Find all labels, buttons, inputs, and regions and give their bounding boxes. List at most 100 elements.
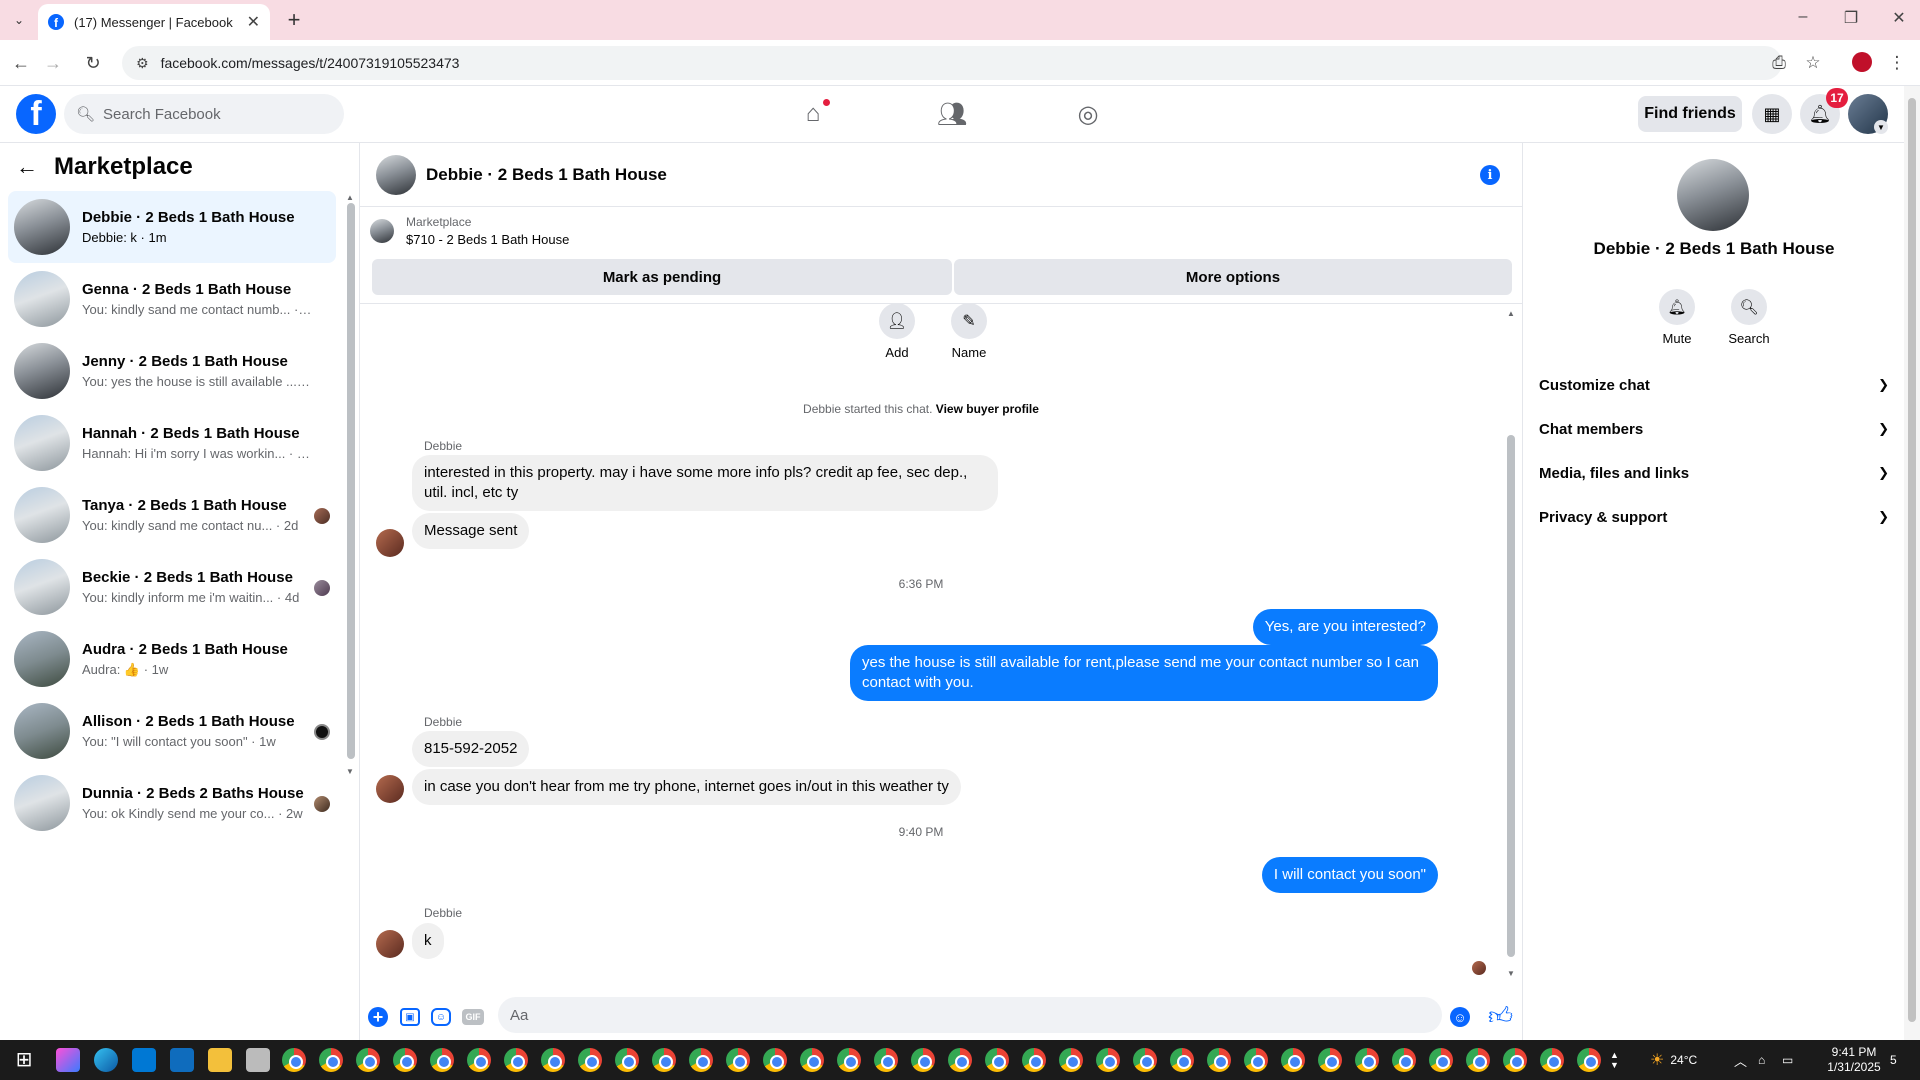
scroll-up-icon[interactable]: ▲	[1507, 309, 1515, 318]
conversation-item-beckie[interactable]: Beckie · 2 Beds 1 Bath House You: kindly…	[8, 551, 336, 623]
new-tab-button[interactable]: +	[282, 7, 306, 33]
chrome-icon[interactable]	[1392, 1048, 1416, 1072]
bookmark-star-icon[interactable]: ☆	[1800, 50, 1826, 76]
groups-icon[interactable]: ◎	[1068, 94, 1108, 134]
tab-search-dropdown[interactable]: ⌄	[8, 9, 30, 31]
customize-chat-section[interactable]: Customize chat ❯	[1539, 367, 1889, 403]
chrome-icon[interactable]	[726, 1048, 750, 1072]
chrome-icon[interactable]	[1466, 1048, 1490, 1072]
message-input[interactable]	[498, 997, 1442, 1033]
search-in-chat-button[interactable]: 🔍︎ Search	[1719, 289, 1779, 346]
browser-profile-avatar[interactable]	[1852, 52, 1872, 72]
view-buyer-profile-link[interactable]: View buyer profile	[936, 402, 1039, 416]
weather-widget[interactable]: ☀ 24°C	[1650, 1040, 1697, 1080]
chrome-icon[interactable]	[356, 1048, 380, 1072]
chrome-icon[interactable]	[430, 1048, 454, 1072]
chrome-icon[interactable]	[689, 1048, 713, 1072]
chrome-icon[interactable]	[467, 1048, 491, 1072]
chrome-icon[interactable]	[800, 1048, 824, 1072]
display-icon[interactable]: ▭	[1782, 1040, 1793, 1080]
browser-menu-icon[interactable]: ⋮	[1884, 50, 1910, 76]
message-bubble-in[interactable]: in case you don't hear from me try phone…	[412, 769, 961, 805]
store-icon[interactable]	[132, 1048, 156, 1072]
account-chevron-down-icon[interactable]: ▼	[1874, 120, 1888, 134]
windows-start-icon[interactable]: ⊞	[12, 1048, 36, 1072]
sender-avatar[interactable]	[376, 529, 404, 557]
chrome-icon[interactable]	[1540, 1048, 1564, 1072]
mark-as-pending-button[interactable]: Mark as pending	[372, 259, 952, 295]
media-files-links-section[interactable]: Media, files and links ❯	[1539, 455, 1889, 491]
chrome-icon[interactable]	[319, 1048, 343, 1072]
chrome-icon[interactable]	[393, 1048, 417, 1072]
chrome-icon[interactable]	[1207, 1048, 1231, 1072]
scroll-down-icon[interactable]: ▼	[346, 767, 354, 776]
more-options-button[interactable]: More options	[954, 259, 1512, 295]
forward-arrow-icon[interactable]: →	[40, 50, 66, 76]
page-scroll-thumb[interactable]	[1908, 98, 1916, 1022]
chrome-icon[interactable]	[541, 1048, 565, 1072]
close-window-button[interactable]: ✕	[1884, 8, 1914, 28]
friends-icon[interactable]: 👥︎	[932, 94, 972, 134]
conversation-item-dunnia[interactable]: Dunnia · 2 Beds 2 Baths House You: ok Ki…	[8, 767, 336, 839]
gif-icon[interactable]: GIF	[462, 1009, 484, 1025]
chrome-icon[interactable]	[1133, 1048, 1157, 1072]
message-bubble-in[interactable]: 815-592-2052	[412, 731, 530, 767]
sidebar-scrollbar[interactable]: ▲ ▼	[344, 193, 356, 776]
chat-members-section[interactable]: Chat members ❯	[1539, 411, 1889, 447]
sidebar-scroll-thumb[interactable]	[347, 203, 355, 759]
find-friends-button[interactable]: Find friends	[1638, 96, 1742, 132]
chrome-icon[interactable]	[1244, 1048, 1268, 1072]
chrome-icon[interactable]	[763, 1048, 787, 1072]
chrome-icon[interactable]	[1022, 1048, 1046, 1072]
listing-banner[interactable]: Marketplace $710 - 2 Beds 1 Bath House	[370, 215, 569, 247]
contact-avatar[interactable]	[1677, 159, 1749, 231]
browser-tab[interactable]: f (17) Messenger | Facebook ✕	[38, 4, 270, 40]
chrome-icon[interactable]	[1096, 1048, 1120, 1072]
url-field[interactable]: ⚙ facebook.com/messages/t/24007319105523…	[122, 46, 1782, 80]
scroll-down-icon[interactable]: ▼	[1507, 969, 1515, 978]
thumbs-up-icon[interactable]: 👍︎	[1488, 1003, 1513, 1031]
chrome-icon[interactable]	[615, 1048, 639, 1072]
chrome-icon[interactable]	[1355, 1048, 1379, 1072]
message-bubble-out[interactable]: I will contact you soon"	[1261, 857, 1438, 893]
plus-icon[interactable]: +	[368, 1007, 388, 1027]
system-clock[interactable]: 9:41 PM 1/31/2025	[1820, 1045, 1888, 1075]
chrome-icon[interactable]	[985, 1048, 1009, 1072]
name-quick-action[interactable]: ✎ Name	[939, 303, 999, 360]
chrome-icon[interactable]	[874, 1048, 898, 1072]
message-bubble-in[interactable]: Message sent	[412, 513, 530, 549]
chat-scrollbar[interactable]: ▲ ▼	[1504, 309, 1518, 979]
chrome-icon[interactable]	[1281, 1048, 1305, 1072]
chrome-icon[interactable]	[652, 1048, 676, 1072]
chrome-icon[interactable]	[1059, 1048, 1083, 1072]
chat-title[interactable]: Debbie · 2 Beds 1 Bath House	[426, 165, 667, 185]
message-bubble-in[interactable]: k	[412, 923, 444, 959]
install-app-icon[interactable]: ⎙	[1766, 50, 1792, 76]
chrome-icon[interactable]	[911, 1048, 935, 1072]
chrome-icon[interactable]	[1170, 1048, 1194, 1072]
chrome-icon[interactable]	[837, 1048, 861, 1072]
site-info-icon[interactable]: ⚙	[136, 55, 149, 72]
message-bubble-out[interactable]: Yes, are you interested?	[1252, 609, 1438, 645]
chrome-icon[interactable]	[1577, 1048, 1601, 1072]
copilot-icon[interactable]	[56, 1048, 80, 1072]
outlook-icon[interactable]	[170, 1048, 194, 1072]
chrome-icon[interactable]	[948, 1048, 972, 1072]
reload-icon[interactable]: ↻	[80, 50, 106, 76]
chat-avatar[interactable]	[376, 154, 416, 195]
chrome-icon[interactable]	[504, 1048, 528, 1072]
emoji-icon[interactable]: ☺	[1450, 1007, 1470, 1027]
message-bubble-out[interactable]: yes the house is still available for ren…	[850, 645, 1438, 701]
attach-photo-icon[interactable]: ▣	[400, 1008, 420, 1026]
tab-close-icon[interactable]: ✕	[247, 12, 260, 32]
chrome-icon[interactable]	[1503, 1048, 1527, 1072]
conversation-item-debbie[interactable]: Debbie · 2 Beds 1 Bath House Debbie: k ·…	[8, 191, 336, 263]
conversation-item-audra[interactable]: Audra · 2 Beds 1 Bath House Audra: 👍 · 1…	[8, 623, 336, 695]
chat-scroll-thumb[interactable]	[1507, 435, 1515, 957]
back-arrow-icon[interactable]: ←	[16, 154, 38, 180]
file-explorer-icon[interactable]	[208, 1048, 232, 1072]
back-arrow-icon[interactable]: ←	[8, 50, 34, 76]
sender-avatar[interactable]	[376, 930, 404, 958]
facebook-search-box[interactable]: 🔍︎	[64, 94, 344, 134]
chrome-icon[interactable]	[282, 1048, 306, 1072]
